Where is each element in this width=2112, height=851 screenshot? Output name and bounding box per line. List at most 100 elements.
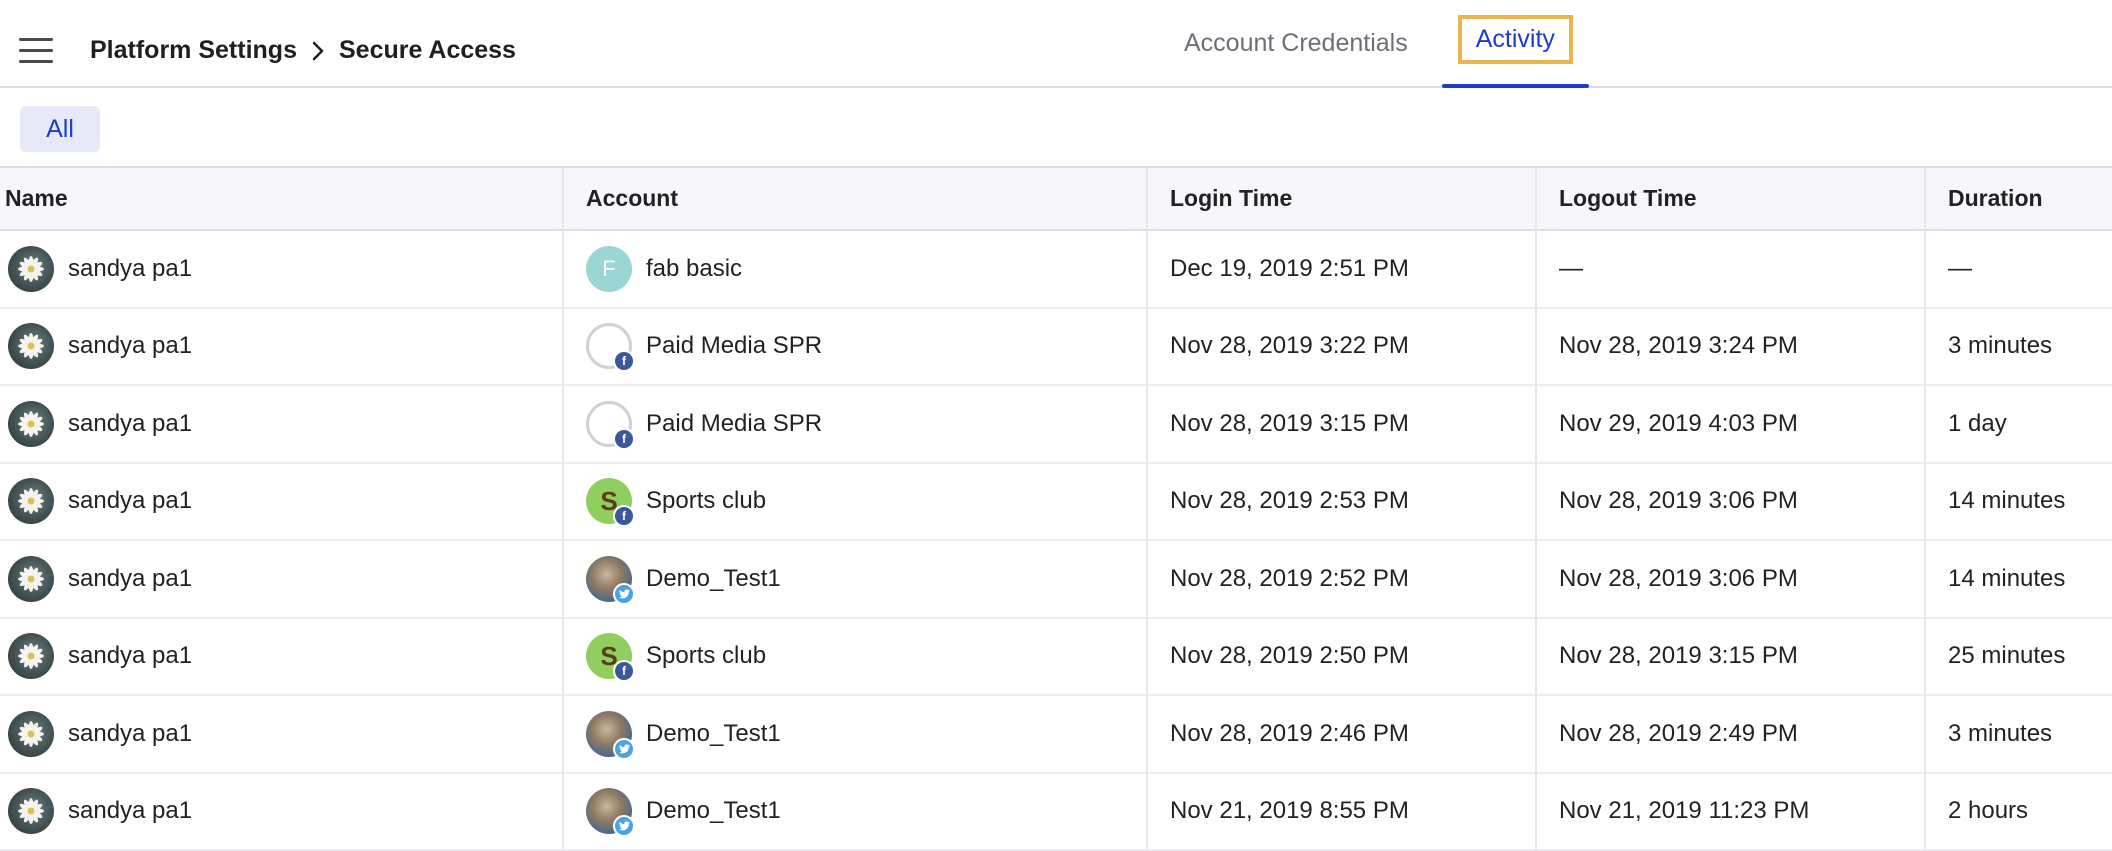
account-name[interactable]: fab basic [646, 255, 742, 283]
table-row[interactable]: sandya pa1 Ffab basic Dec 19, 2019 2:51 PM… [0, 230, 2112, 308]
daisy-icon [18, 798, 44, 825]
user-name[interactable]: sandya pa1 [68, 410, 192, 438]
daisy-icon [18, 333, 44, 360]
tab-account-credentials-label: Account Credentials [1184, 28, 1408, 57]
top-header: Platform Settings Secure Access Account … [0, 0, 2112, 88]
filter-bar: All [0, 88, 2112, 168]
user-name[interactable]: sandya pa1 [68, 642, 192, 670]
account-name[interactable]: Demo_Test1 [646, 797, 781, 825]
logout-time-cell: Nov 21, 2019 11:23 PM [1536, 772, 1926, 850]
logout-time-cell: — [1536, 230, 1926, 308]
table-row[interactable]: sandya pa1 Demo_Test1 Nov 21, 2019 8:55 PM… [0, 772, 2112, 850]
facebook-icon: f [613, 505, 635, 528]
login-time-cell: Nov 28, 2019 2:52 PM [1147, 540, 1537, 618]
twitter-icon [613, 815, 635, 838]
user-name[interactable]: sandya pa1 [68, 332, 192, 360]
logout-time-cell: Nov 28, 2019 3:15 PM [1536, 617, 1926, 695]
tab-activity-label: Activity [1457, 14, 1573, 64]
account-avatar: F [586, 245, 632, 292]
table-row[interactable]: sandya pa1 Demo_Test1 Nov 28, 2019 2:46 PM… [0, 695, 2112, 773]
column-header-duration[interactable]: Duration [1925, 168, 2112, 230]
account-cell: Sf Sports club [563, 617, 1148, 695]
user-name[interactable]: sandya pa1 [68, 487, 192, 515]
account-name[interactable]: Paid Media SPR [646, 410, 822, 438]
account-avatar [586, 555, 635, 605]
duration-cell: 14 minutes [1948, 487, 2066, 515]
column-header-name[interactable]: Name [0, 168, 564, 230]
user-avatar [8, 323, 54, 370]
name-cell: sandya pa1 [0, 617, 564, 695]
account-avatar: f [586, 323, 635, 373]
name-cell: sandya pa1 [0, 230, 564, 308]
account-name[interactable]: Paid Media SPR [646, 332, 822, 360]
account-cell: Ffab basic [563, 230, 1148, 308]
account-name[interactable]: Sports club [646, 487, 766, 515]
login-time-cell: Dec 19, 2019 2:51 PM [1147, 230, 1537, 308]
user-avatar [8, 633, 54, 680]
user-avatar [8, 710, 54, 757]
user-avatar [8, 478, 54, 525]
table-row[interactable]: sandya pa1 f Paid Media SPR Nov 28, 2019 3:… [0, 307, 2112, 385]
twitter-icon [613, 737, 635, 760]
name-cell: sandya pa1 [0, 772, 564, 850]
facebook-icon: f [613, 660, 635, 683]
user-name[interactable]: sandya pa1 [68, 797, 192, 825]
breadcrumb-secure-access: Secure Access [338, 36, 516, 64]
user-avatar [8, 788, 54, 835]
login-time-cell: Nov 28, 2019 3:22 PM [1147, 307, 1537, 385]
login-time-cell: Nov 28, 2019 2:46 PM [1147, 695, 1537, 773]
table-header-row: Name Account Login Time Logout Time Dura… [0, 168, 2112, 230]
daisy-icon [18, 643, 44, 670]
duration-cell: 1 day [1948, 409, 2007, 437]
name-cell: sandya pa1 [0, 462, 564, 540]
account-cell: Demo_Test1 [563, 695, 1148, 773]
account-cell: f Paid Media SPR [563, 307, 1148, 385]
logout-time-cell: Nov 28, 2019 2:49 PM [1536, 695, 1926, 773]
table-row[interactable]: sandya pa1 Sf Sports club Nov 28, 2019 2:53… [0, 462, 2112, 540]
name-cell: sandya pa1 [0, 695, 564, 773]
account-avatar: Sf [586, 478, 635, 528]
column-header-account[interactable]: Account [563, 168, 1148, 230]
table-row[interactable]: sandya pa1 Demo_Test1 Nov 28, 2019 2:52 PM… [0, 540, 2112, 618]
user-name[interactable]: sandya pa1 [68, 255, 192, 283]
table-row[interactable]: sandya pa1 f Paid Media SPR Nov 28, 2019 3:… [0, 385, 2112, 463]
breadcrumb-platform-settings[interactable]: Platform Settings [90, 36, 297, 65]
account-name[interactable]: Sports club [646, 642, 766, 670]
user-avatar [8, 400, 54, 447]
tab-activity[interactable]: Activity [1441, 0, 1590, 88]
account-name[interactable]: Demo_Test1 [646, 565, 781, 593]
logout-time-cell: Nov 28, 2019 3:06 PM [1536, 462, 1926, 540]
account-name[interactable]: Demo_Test1 [646, 720, 781, 748]
user-avatar [8, 555, 54, 602]
user-name[interactable]: sandya pa1 [68, 720, 192, 748]
duration-cell: — [1948, 254, 1972, 282]
account-cell: Sf Sports club [563, 462, 1148, 540]
user-name[interactable]: sandya pa1 [68, 565, 192, 593]
tab-account-credentials[interactable]: Account Credentials [1168, 0, 1424, 86]
daisy-icon [18, 410, 44, 437]
daisy-icon [18, 720, 44, 747]
name-cell: sandya pa1 [0, 307, 564, 385]
column-header-login-time[interactable]: Login Time [1147, 168, 1537, 230]
breadcrumb: Platform Settings Secure Access [90, 36, 516, 65]
account-avatar [586, 710, 635, 760]
twitter-icon [613, 582, 635, 605]
table-row[interactable]: sandya pa1 Sf Sports club Nov 28, 2019 2:50… [0, 617, 2112, 695]
activity-table: Name Account Login Time Logout Time Dura… [0, 168, 2112, 851]
duration-cell: 25 minutes [1948, 642, 2066, 670]
duration-cell: 3 minutes [1948, 719, 2053, 747]
filter-chip-all[interactable]: All [20, 106, 100, 152]
login-time-cell: Nov 28, 2019 2:53 PM [1147, 462, 1537, 540]
hamburger-menu-icon[interactable] [19, 38, 53, 64]
account-avatar: f [586, 400, 635, 450]
facebook-icon: f [613, 427, 635, 450]
user-avatar [8, 245, 54, 292]
column-header-logout-time[interactable]: Logout Time [1536, 168, 1926, 230]
account-cell: f Paid Media SPR [563, 385, 1148, 463]
duration-cell: 3 minutes [1948, 332, 2053, 360]
login-time-cell: Nov 21, 2019 8:55 PM [1147, 772, 1537, 850]
logout-time-cell: Nov 28, 2019 3:06 PM [1536, 540, 1926, 618]
chevron-right-icon [312, 41, 324, 60]
account-cell: Demo_Test1 [563, 772, 1148, 850]
daisy-icon [18, 488, 44, 515]
